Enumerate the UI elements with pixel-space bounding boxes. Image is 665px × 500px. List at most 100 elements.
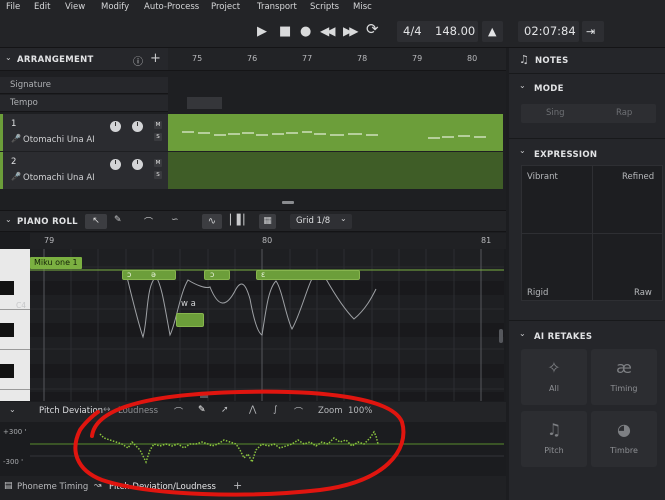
tempo-block[interactable] xyxy=(187,97,222,109)
notes-header: ♫ NOTES xyxy=(509,48,665,74)
retake-label: Timing xyxy=(610,384,638,393)
mode-toggle[interactable]: Sing Rap xyxy=(521,104,656,123)
expression-title: EXPRESSION xyxy=(534,150,598,160)
mode-rap-option[interactable]: Rap xyxy=(616,108,632,118)
ruler-tick: 76 xyxy=(247,54,258,63)
vibrato-tool-icon[interactable]: ∽ xyxy=(171,215,179,225)
retake-timbre-button[interactable]: ◕ Timbre xyxy=(591,411,657,467)
select-tool-icon[interactable]: ⌒ xyxy=(174,405,183,418)
pitch-loudness-tab[interactable]: Pitch Deviation/Loudness xyxy=(109,482,216,492)
track-number: 2 xyxy=(11,157,17,167)
collapse-chevron-icon[interactable]: ⌄ xyxy=(5,215,12,224)
line-tool-icon[interactable]: ➚ xyxy=(221,405,229,415)
rewind-icon[interactable]: ◀◀ xyxy=(320,25,336,38)
s-curve-tool-icon[interactable]: ∫ xyxy=(273,405,278,415)
track-1-header[interactable]: 1 🎤 Otomachi Una AI M S xyxy=(0,114,168,151)
note-block[interactable]: ɔ xyxy=(204,270,230,280)
pan-knob[interactable] xyxy=(132,159,143,170)
metronome-button[interactable]: ▲ xyxy=(482,21,503,42)
fast-forward-icon[interactable]: ▶▶ xyxy=(343,25,359,38)
retake-all-button[interactable]: ✧ All xyxy=(521,349,587,405)
mute-button[interactable]: M xyxy=(154,121,162,129)
note-block[interactable] xyxy=(176,313,204,327)
arrangement-ruler[interactable]: 75 76 77 78 79 80 xyxy=(168,48,506,71)
solo-button[interactable]: S xyxy=(154,133,162,141)
mode-sing-option[interactable]: Sing xyxy=(546,108,565,118)
collapse-chevron-icon[interactable]: ⌄ xyxy=(519,81,526,90)
black-key[interactable] xyxy=(0,281,14,295)
add-track-icon[interactable]: + xyxy=(150,51,161,66)
track-2-lane[interactable] xyxy=(168,152,503,189)
record-icon[interactable]: ● xyxy=(300,25,311,38)
menu-view[interactable]: View xyxy=(65,2,85,12)
menu-bar: File Edit View Modify Auto-Process Proje… xyxy=(0,0,665,14)
phoneme-timing-tab[interactable]: Phoneme Timing xyxy=(17,482,88,492)
volume-knob[interactable] xyxy=(110,159,121,170)
bottom-tabs: ▤ Phoneme Timing ↝ Pitch Deviation/Loudn… xyxy=(0,476,506,500)
waveform-icon[interactable]: ▏▌▏ xyxy=(230,215,251,226)
collapse-chevron-icon[interactable]: ⌄ xyxy=(9,405,16,414)
curve-tool-icon[interactable]: ⋀ xyxy=(249,405,256,415)
menu-edit[interactable]: Edit xyxy=(34,2,50,12)
track-1-clip[interactable] xyxy=(168,114,503,151)
jump-button[interactable]: ⇥ xyxy=(582,21,604,42)
time-signature-display[interactable]: 4/4 148.00 xyxy=(397,21,478,42)
ai-retakes-title: AI RETAKES xyxy=(534,332,593,342)
collapse-chevron-icon[interactable]: ⌄ xyxy=(519,329,526,338)
piano-keyboard[interactable] xyxy=(0,249,30,401)
note-grid[interactable]: Miku one 1 ɔə ɔ ɛ w a xyxy=(30,249,504,401)
piano-roll-ruler[interactable]: 79 80 81 xyxy=(30,233,506,249)
parameter-resize-handle[interactable] xyxy=(200,395,208,398)
menu-auto-process[interactable]: Auto-Process xyxy=(144,2,199,12)
note-phoneme: ə xyxy=(151,270,156,279)
lips-icon: ◕ xyxy=(617,420,631,439)
pan-knob[interactable] xyxy=(132,121,143,132)
note-block[interactable]: ɛ xyxy=(256,270,360,280)
position-display[interactable]: 02:07:84 xyxy=(518,21,579,42)
track-2-header[interactable]: 2 🎤 Otomachi Una AI M S xyxy=(0,152,168,189)
parameter-graph[interactable]: +300 ' -300 ' xyxy=(0,422,506,476)
arc-tool-icon[interactable]: ⌒ xyxy=(294,405,303,418)
solo-button[interactable]: S xyxy=(154,171,162,179)
play-icon[interactable]: ▶ xyxy=(257,25,267,38)
add-tab-button[interactable]: + xyxy=(233,479,242,492)
loudness-tab[interactable]: Loudness xyxy=(118,406,158,416)
mute-button[interactable]: M xyxy=(154,159,162,167)
menu-file[interactable]: File xyxy=(6,2,20,12)
menu-misc[interactable]: Misc xyxy=(353,2,372,12)
region-label-box[interactable]: Miku one 1 xyxy=(30,257,82,269)
pencil-tool-icon[interactable]: ✎ xyxy=(198,405,206,415)
note-block[interactable]: ɔə xyxy=(122,270,176,280)
arrangement-resize-handle[interactable] xyxy=(282,201,294,204)
menu-project[interactable]: Project xyxy=(211,2,240,12)
pitch-curve-toggle-icon[interactable]: ∿ xyxy=(202,214,222,229)
music-note-icon: ♫ xyxy=(546,420,562,439)
swap-icon[interactable]: ↔ xyxy=(103,405,111,415)
volume-knob[interactable] xyxy=(110,121,121,132)
collapse-chevron-icon[interactable]: ⌄ xyxy=(5,53,12,62)
grid-select[interactable]: Grid 1/8 ⌄ xyxy=(290,214,352,229)
curve-tool-icon[interactable]: ⌒ xyxy=(144,215,153,228)
metronome-icon: ▲ xyxy=(488,25,497,38)
menu-scripts[interactable]: Scripts xyxy=(310,2,339,12)
collapse-chevron-icon[interactable]: ⌄ xyxy=(519,146,526,155)
black-key[interactable] xyxy=(0,364,14,378)
keyboard-view-icon[interactable]: ▦ xyxy=(259,214,276,229)
menu-transport[interactable]: Transport xyxy=(257,2,297,12)
track-voice-name: Otomachi Una AI xyxy=(23,173,95,183)
info-icon[interactable]: ⓘ xyxy=(133,53,143,68)
pencil-tool-icon[interactable]: ✎ xyxy=(114,215,122,225)
select-tool-icon[interactable]: ↖ xyxy=(85,214,107,229)
stop-icon[interactable]: ■ xyxy=(279,25,291,38)
retake-pitch-button[interactable]: ♫ Pitch xyxy=(521,411,587,467)
zoom-value[interactable]: 100% xyxy=(348,406,372,416)
expression-pad[interactable]: Vibrant Refined Rigid Raw xyxy=(521,165,663,301)
sparkle-icon: ✧ xyxy=(547,358,561,377)
menu-modify[interactable]: Modify xyxy=(101,2,129,12)
pitch-deviation-tab[interactable]: Pitch Deviation xyxy=(39,406,103,416)
retake-timing-button[interactable]: æ Timing xyxy=(591,349,657,405)
expression-section: ⌄ EXPRESSION Vibrant Refined Rigid Raw xyxy=(509,138,665,308)
black-key[interactable] xyxy=(0,323,14,337)
vertical-scrollbar[interactable] xyxy=(499,329,503,343)
loop-icon[interactable]: ⟳ xyxy=(366,22,379,37)
